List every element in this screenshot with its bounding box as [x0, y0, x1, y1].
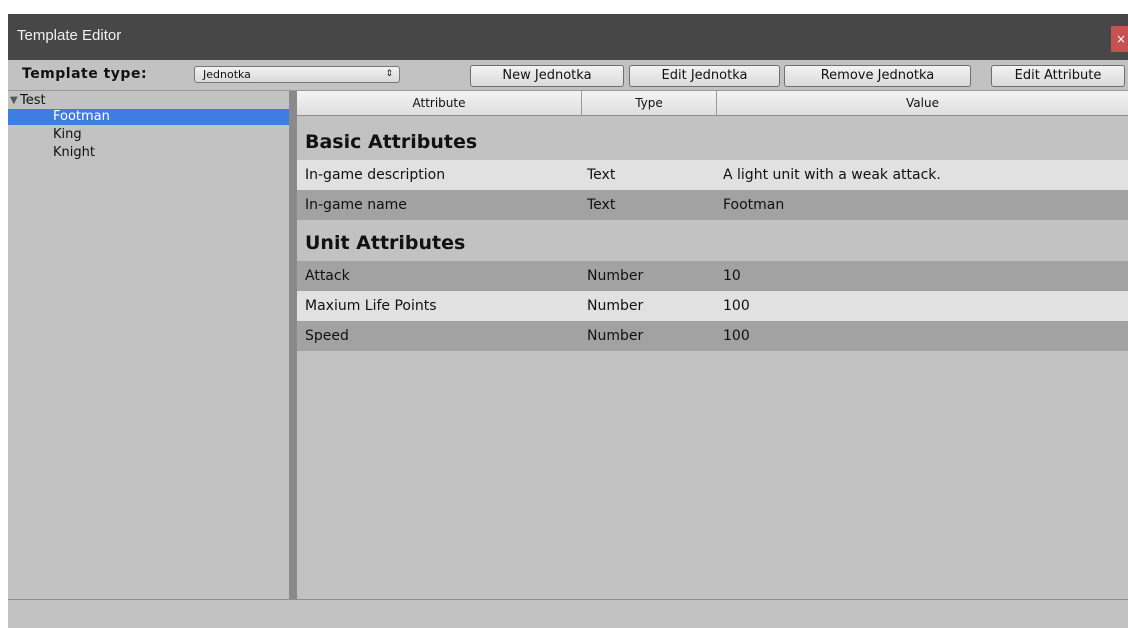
template-type-select[interactable]: Jednotka ⇕ [194, 66, 400, 83]
type-cell: Number [587, 328, 644, 344]
section-title-basic: Basic Attributes [305, 131, 478, 153]
template-editor-window: Template Editor × Template type: Jednotk… [8, 14, 1128, 628]
section-title-unit: Unit Attributes [305, 232, 466, 254]
tree-item-knight[interactable]: Knight [8, 145, 289, 161]
type-cell: Text [587, 197, 616, 213]
remove-jednotka-button[interactable]: Remove Jednotka [784, 65, 971, 87]
value-cell[interactable]: 100 [723, 321, 750, 351]
attribute-cell: Attack [305, 268, 350, 284]
table-row[interactable]: In-game description Text A light unit wi… [297, 160, 1128, 190]
attribute-cell: In-game name [305, 197, 407, 213]
tree-item-label: King [53, 127, 82, 142]
table-row[interactable]: In-game name Text Footman [297, 190, 1128, 220]
tree-root-label: Test [20, 93, 46, 108]
table-row[interactable]: Speed Number 100 [297, 321, 1128, 351]
value-cell[interactable]: 10 [723, 261, 741, 291]
template-type-label: Template type: [22, 66, 148, 82]
expand-arrow-icon[interactable]: ▼ [10, 93, 18, 109]
column-header-attribute[interactable]: Attribute [297, 91, 582, 115]
attribute-cell: Speed [305, 328, 349, 344]
table-row[interactable]: Maxium Life Points Number 100 [297, 291, 1128, 321]
type-cell: Number [587, 298, 644, 314]
tree-item-label: Footman [53, 109, 110, 124]
attribute-grid: Attribute Type Value Basic Attributes In… [297, 91, 1128, 599]
toolbar: Template type: Jednotka ⇕ New Jednotka E… [8, 60, 1128, 91]
template-type-value: Jednotka [203, 68, 251, 81]
value-cell[interactable]: Footman [723, 190, 784, 220]
column-header-value[interactable]: Value [717, 91, 1128, 115]
table-row[interactable]: Attack Number 10 [297, 261, 1128, 291]
close-icon: × [1115, 32, 1126, 46]
title-bar[interactable]: Template Editor × [8, 14, 1128, 60]
grid-header: Attribute Type Value [297, 91, 1128, 116]
value-cell[interactable]: A light unit with a weak attack. [723, 160, 941, 190]
edit-attribute-button[interactable]: Edit Attribute [991, 65, 1125, 87]
select-arrows-icon: ⇕ [385, 69, 393, 79]
panel-splitter[interactable] [289, 91, 297, 599]
attribute-cell: Maxium Life Points [305, 298, 437, 314]
value-cell[interactable]: 100 [723, 291, 750, 321]
new-jednotka-button[interactable]: New Jednotka [470, 65, 624, 87]
type-cell: Text [587, 167, 616, 183]
attribute-cell: In-game description [305, 167, 446, 183]
window-title: Template Editor [17, 27, 122, 44]
type-cell: Number [587, 268, 644, 284]
tree-item-king[interactable]: King [8, 127, 289, 143]
template-tree: ▼ Test Footman King Knight [8, 91, 289, 599]
status-bar [8, 599, 1128, 628]
tree-root-test[interactable]: ▼ Test [8, 93, 289, 109]
tree-item-label: Knight [53, 145, 95, 160]
edit-jednotka-button[interactable]: Edit Jednotka [629, 65, 780, 87]
close-button[interactable]: × [1111, 26, 1128, 52]
column-header-type[interactable]: Type [582, 91, 717, 115]
tree-item-footman[interactable]: Footman [8, 109, 289, 125]
